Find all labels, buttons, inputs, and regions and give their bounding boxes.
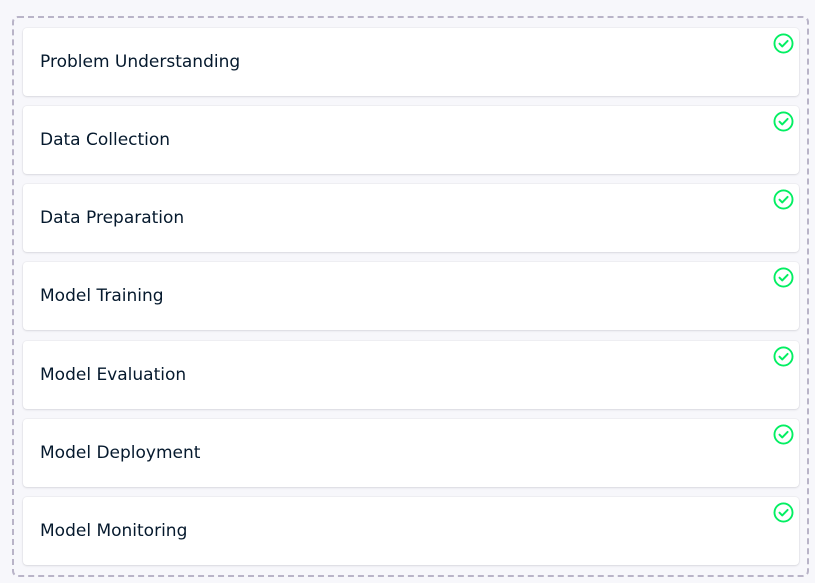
step-card-problem-understanding[interactable]: Problem Understanding [23, 28, 799, 96]
step-card-data-preparation[interactable]: Data Preparation [23, 184, 799, 252]
check-circle-icon [773, 33, 794, 54]
step-card-data-collection[interactable]: Data Collection [23, 106, 799, 174]
check-circle-icon [773, 346, 794, 367]
step-card-model-training[interactable]: Model Training [23, 262, 799, 330]
check-circle-icon [773, 424, 794, 445]
step-card-model-deployment[interactable]: Model Deployment [23, 419, 799, 487]
step-label: Model Training [40, 286, 164, 306]
step-label: Data Collection [40, 130, 171, 150]
check-circle-icon [773, 111, 794, 132]
check-circle-icon [773, 502, 794, 523]
step-label: Model Monitoring [40, 521, 188, 541]
step-label: Model Evaluation [40, 365, 187, 385]
step-label: Data Preparation [40, 208, 185, 228]
step-card-model-evaluation[interactable]: Model Evaluation [23, 341, 799, 409]
step-label: Problem Understanding [40, 52, 241, 72]
step-card-model-monitoring[interactable]: Model Monitoring [23, 497, 799, 565]
step-label: Model Deployment [40, 443, 201, 463]
check-circle-icon [773, 189, 794, 210]
check-circle-icon [773, 267, 794, 288]
